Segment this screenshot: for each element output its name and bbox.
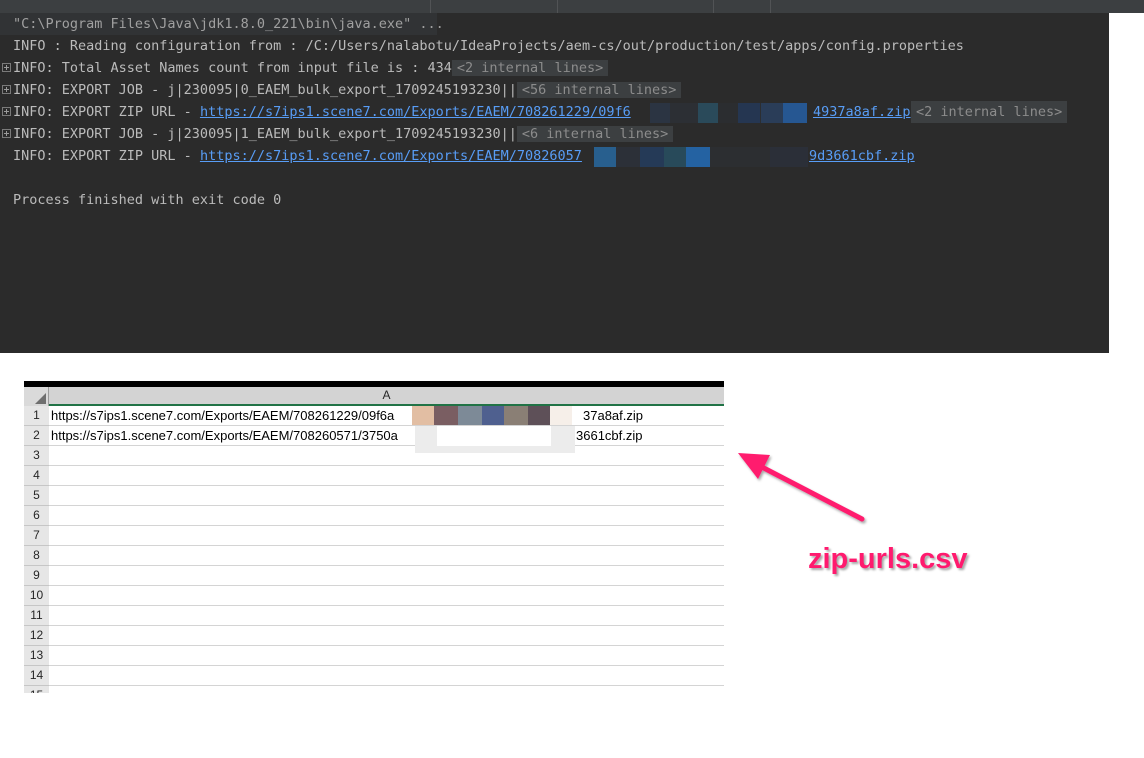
toolbar-separator [770,0,771,13]
fold-expand-icon[interactable] [2,107,11,116]
column-header-a[interactable]: A [49,387,724,406]
zip-url-link[interactable]: https://s7ips1.scene7.com/Exports/EAEM/7… [200,148,582,164]
console-line: INFO: Total Asset Names count from input… [0,57,609,79]
table-row: 2 https://s7ips1.scene7.com/Exports/EAEM… [24,426,724,453]
toolbar-separator [430,0,431,13]
row-number[interactable]: 2 [24,426,49,446]
console-line: INFO: EXPORT ZIP URL - https://s7ips1.sc… [0,101,1109,123]
console-toolbar [0,0,1144,13]
fold-expand-icon[interactable] [2,85,11,94]
console-line: INFO: EXPORT JOB - j|230095|1_EAEM_bulk_… [0,123,674,145]
console-line: INFO: EXPORT ZIP URL - https://s7ips1.sc… [0,145,1109,167]
select-all-icon [35,393,46,404]
folded-lines-badge[interactable]: <56 internal lines> [516,82,682,98]
console-text: INFO : Reading configuration from : /C:/… [13,38,964,54]
fold-expand-icon[interactable] [2,63,11,72]
row-number[interactable]: 9 [24,566,49,586]
cell-a2[interactable]: https://s7ips1.scene7.com/Exports/EAEM/7… [49,426,724,453]
annotation-arrow-icon [738,453,865,522]
console-text: INFO: EXPORT ZIP URL - [13,104,200,120]
row-number[interactable]: 15 [24,686,49,693]
run-console: "C:\Program Files\Java\jdk1.8.0_221\bin\… [0,0,1144,353]
row-number[interactable]: 13 [24,646,49,666]
row-number[interactable]: 12 [24,626,49,646]
row-number[interactable]: 7 [24,526,49,546]
cell-text-start: https://s7ips1.scene7.com/Exports/EAEM/7… [51,408,395,423]
cell-empty[interactable] [49,526,724,546]
table-row: 5 [24,486,724,506]
table-row: 15 [24,686,724,693]
toolbar-separator [557,0,558,13]
annotation-label: zip-urls.csv [808,543,968,575]
table-row: 9 [24,566,724,586]
folded-lines-badge[interactable]: <6 internal lines> [516,126,674,142]
select-all-corner[interactable] [24,387,49,406]
table-row: 8 [24,546,724,566]
console-line-empty [0,167,33,189]
cell-empty[interactable] [49,566,724,586]
table-row: 10 [24,586,724,606]
table-row: 3 [24,446,724,466]
cell-text-end: 37a8af.zip [583,408,643,423]
cell-empty[interactable] [49,586,724,606]
cell-a1[interactable]: https://s7ips1.scene7.com/Exports/EAEM/7… [49,406,724,426]
cell-empty[interactable] [49,646,724,666]
redacted-url-segment [594,147,809,167]
cell-empty[interactable] [49,506,724,526]
zip-url-link[interactable]: https://s7ips1.scene7.com/Exports/EAEM/7… [200,104,631,120]
cell-empty[interactable] [49,686,724,693]
folded-lines-badge[interactable]: <2 internal lines> [911,101,1068,123]
table-row: 1 https://s7ips1.scene7.com/Exports/EAEM… [24,406,724,426]
table-row: 12 [24,626,724,646]
console-text: INFO: EXPORT JOB - j|230095|0_EAEM_bulk_… [13,82,517,98]
cell-empty[interactable] [49,466,724,486]
console-text: INFO: EXPORT JOB - j|230095|1_EAEM_bulk_… [13,126,517,142]
toolbar-separator [713,0,714,13]
cell-text-end: 3661cbf.zip [576,428,643,443]
cell-text-start: https://s7ips1.scene7.com/Exports/EAEM/7… [51,428,398,443]
cell-empty[interactable] [49,626,724,646]
cell-empty[interactable] [49,546,724,566]
cell-empty[interactable] [49,606,724,626]
row-number[interactable]: 5 [24,486,49,506]
cell-empty[interactable] [49,486,724,506]
row-number[interactable]: 1 [24,406,49,426]
cell-empty[interactable] [49,666,724,686]
console-line-exit: Process finished with exit code 0 [0,189,281,211]
console-text: INFO: EXPORT ZIP URL - [13,148,200,164]
row-number[interactable]: 4 [24,466,49,486]
console-text: INFO: Total Asset Names count from input… [13,60,452,76]
spreadsheet: A 1 https://s7ips1.scene7.com/Exports/EA… [24,381,724,693]
console-line-command: "C:\Program Files\Java\jdk1.8.0_221\bin\… [0,13,444,35]
table-row: 14 [24,666,724,686]
row-number[interactable]: 3 [24,446,49,466]
row-number[interactable]: 11 [24,606,49,626]
row-number[interactable]: 6 [24,506,49,526]
row-number[interactable]: 14 [24,666,49,686]
table-row: 6 [24,506,724,526]
row-number[interactable]: 8 [24,546,49,566]
row-number[interactable]: 10 [24,586,49,606]
redacted-cell-segment [412,406,572,425]
table-row: 7 [24,526,724,546]
table-row: 13 [24,646,724,666]
console-line: INFO: EXPORT JOB - j|230095|0_EAEM_bulk_… [0,79,682,101]
zip-url-link-end[interactable]: 9d3661cbf.zip [809,145,915,167]
zip-url-link-end[interactable]: 4937a8af.zip [813,101,911,123]
cell-empty[interactable] [49,446,724,466]
folded-lines-badge[interactable]: <2 internal lines> [451,60,609,76]
redacted-url-segment [650,103,810,123]
table-row: 4 [24,466,724,486]
fold-expand-icon[interactable] [2,129,11,138]
command-text: "C:\Program Files\Java\jdk1.8.0_221\bin\… [13,16,444,32]
table-row: 11 [24,606,724,626]
exit-code-text: Process finished with exit code 0 [13,192,282,208]
console-line: INFO : Reading configuration from : /C:/… [0,35,964,57]
